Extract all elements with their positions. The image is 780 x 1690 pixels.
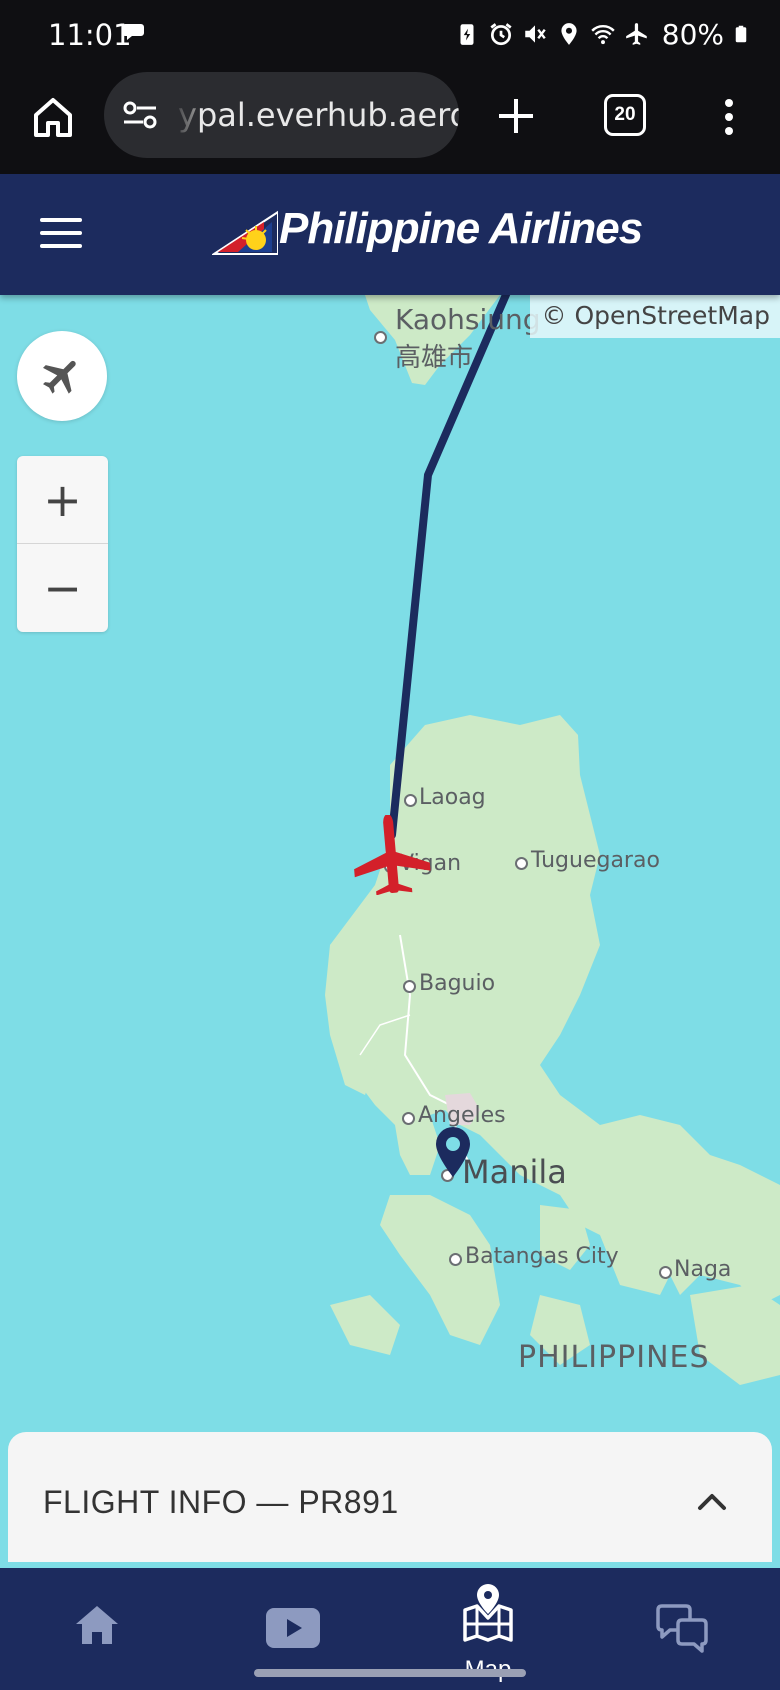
- gesture-bar: [254, 1669, 526, 1677]
- city-dot: [374, 331, 387, 344]
- follow-aircraft-button[interactable]: [17, 331, 107, 421]
- more-menu-icon[interactable]: [714, 92, 744, 142]
- city-dot: [404, 794, 417, 807]
- home-icon: [76, 1606, 118, 1644]
- zoom-out-button[interactable]: −: [17, 544, 108, 631]
- city-label-tuguegarao: Tuguegarao: [531, 848, 660, 873]
- url-text: ypal.everhub.aero: [178, 96, 459, 134]
- chevron-up-icon[interactable]: [692, 1482, 732, 1522]
- map-base: [325, 295, 780, 1385]
- chat-icon: [656, 1604, 708, 1653]
- airplane-icon: [43, 360, 76, 394]
- destination-pin-icon[interactable]: [435, 1127, 471, 1177]
- alarm-icon: [490, 23, 512, 46]
- mute-icon: [525, 25, 546, 43]
- flight-map[interactable]: Kaohsiung 高雄市 Laoag Vigan Tuguegarao Bag…: [0, 295, 780, 1570]
- airplane-mode-icon: [625, 23, 647, 45]
- map-attribution[interactable]: © OpenStreetMap: [529, 295, 780, 338]
- battery-icon: [735, 25, 747, 43]
- chat-bubble-icon: [122, 24, 144, 40]
- map-icon: [463, 1584, 513, 1642]
- battery-saver-icon: [460, 24, 474, 45]
- city-label-kaohsiung-native: 高雄市: [395, 343, 474, 373]
- city-dot: [449, 1253, 462, 1266]
- status-bar: 11:01 80%: [0, 0, 780, 70]
- city-label-baguio: Baguio: [419, 971, 496, 996]
- city-label-naga: Naga: [674, 1257, 732, 1282]
- hamburger-menu-icon[interactable]: [40, 218, 82, 250]
- aircraft-icon[interactable]: [348, 815, 434, 895]
- new-tab-icon[interactable]: [494, 94, 538, 138]
- site-header: Philippine Airlines: [0, 174, 780, 295]
- video-icon: [266, 1608, 320, 1648]
- wifi-icon: [591, 25, 615, 45]
- zoom-in-button[interactable]: +: [17, 456, 108, 543]
- location-icon: [561, 23, 577, 45]
- city-label-manila: Manila: [462, 1153, 567, 1191]
- url-fade: [170, 72, 194, 158]
- browser-home-icon[interactable]: [28, 92, 78, 142]
- battery-percent: 80%: [661, 17, 724, 51]
- flight-info-panel[interactable]: FLIGHT INFO — PR891: [8, 1432, 772, 1562]
- city-dot: [515, 857, 528, 870]
- browser-toolbar: ypal.everhub.aero 20: [0, 70, 780, 174]
- city-dot: [402, 1112, 415, 1125]
- city-label-angeles: Angeles: [418, 1103, 506, 1128]
- status-icons: 80%: [454, 14, 750, 54]
- pal-logo-icon: [212, 210, 278, 255]
- address-bar[interactable]: ypal.everhub.aero: [104, 72, 459, 158]
- country-label: PHILIPPINES: [518, 1340, 710, 1375]
- city-label-batangas: Batangas City: [465, 1244, 619, 1269]
- brand-name: Philippine Airlines: [279, 204, 643, 253]
- city-dot: [403, 980, 416, 993]
- tab-switcher-button[interactable]: 20: [604, 94, 646, 136]
- site-settings-icon[interactable]: [122, 99, 158, 131]
- status-time: 11:01: [48, 18, 132, 52]
- flight-info-title: FLIGHT INFO — PR891: [43, 1484, 399, 1520]
- city-label-laoag: Laoag: [419, 785, 486, 810]
- zoom-control: + −: [17, 456, 108, 632]
- city-label-kaohsiung: Kaohsiung: [395, 303, 541, 336]
- city-dot: [659, 1266, 672, 1279]
- nav-chat[interactable]: [622, 1568, 742, 1690]
- nav-home[interactable]: [38, 1568, 158, 1690]
